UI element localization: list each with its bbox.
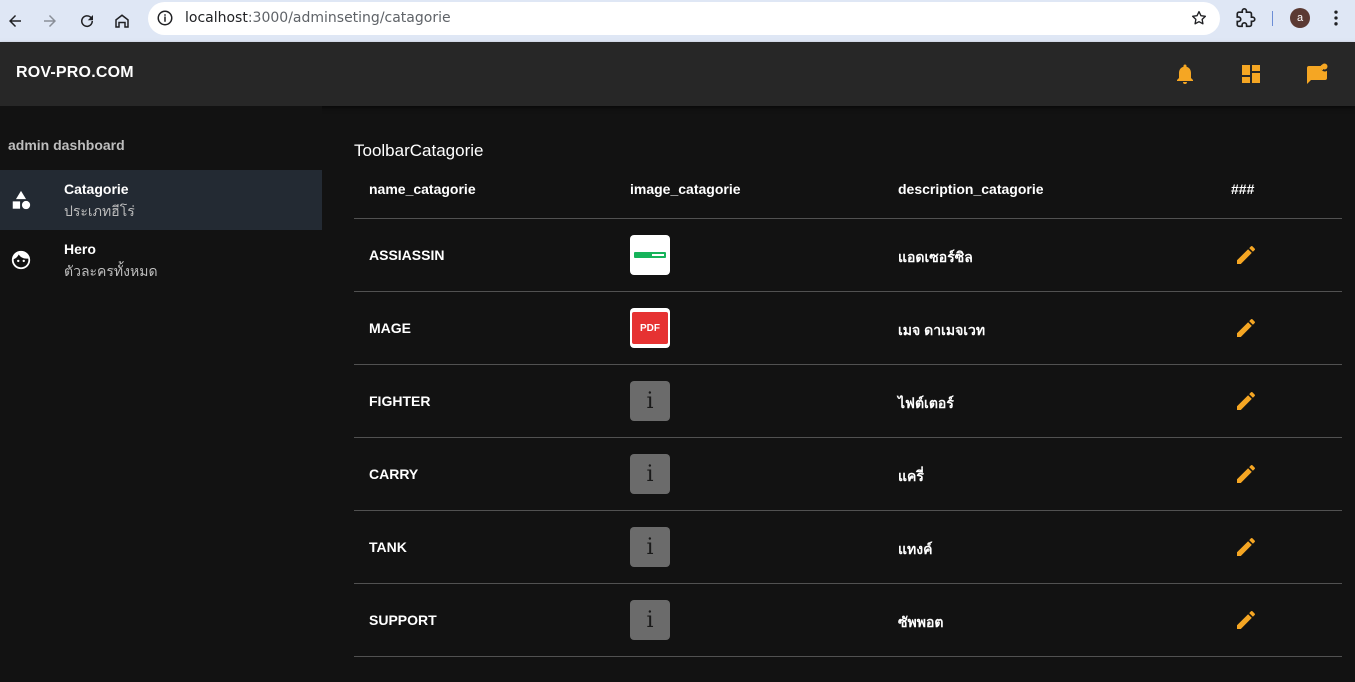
cell-name: ASSIASSIN <box>369 247 445 263</box>
more-vert-icon[interactable] <box>1326 8 1346 28</box>
column-header-name: name_catagorie <box>369 181 476 197</box>
cell-name: MAGE <box>369 320 411 336</box>
info-thumb: i <box>630 527 670 567</box>
app-header: ROV-PRO.COM <box>0 42 1355 106</box>
edit-icon[interactable] <box>1234 608 1258 632</box>
sidebar-item-label: Hero <box>64 241 96 257</box>
cell-description: ซัพพอต <box>898 614 944 630</box>
site-info-icon[interactable] <box>156 9 174 27</box>
dashboard-icon[interactable] <box>1239 62 1263 86</box>
sidebar: admin dashboard Catagorie ประเภทฮีโร่ He… <box>0 106 322 682</box>
category-shapes-icon <box>10 189 32 211</box>
sidebar-item-sublabel: ประเภทฮีโร่ <box>64 203 135 219</box>
column-header-image: image_catagorie <box>630 181 741 197</box>
edit-icon[interactable] <box>1234 462 1258 486</box>
table-row: CARRY i แครี่ <box>354 438 1342 511</box>
pdf-thumb-label: PDF <box>632 312 668 344</box>
url-host: localhost <box>185 10 248 26</box>
forward-icon[interactable] <box>36 7 64 35</box>
sidebar-item-label: Catagorie <box>64 181 129 197</box>
cell-description: ไฟต์เตอร์ <box>898 395 954 411</box>
column-header-actions: ### <box>1231 181 1255 197</box>
info-thumb: i <box>630 454 670 494</box>
bell-icon[interactable] <box>1173 62 1197 86</box>
table-row: SUPPORT i ซัพพอต <box>354 584 1342 657</box>
table-header-row: name_catagorie image_catagorie descripti… <box>354 168 1342 219</box>
table-row: FIGHTER i ไฟต์เตอร์ <box>354 365 1342 438</box>
column-header-description: description_catagorie <box>898 181 1044 197</box>
sidebar-title: admin dashboard <box>8 137 125 153</box>
back-icon[interactable] <box>1 7 29 35</box>
sidebar-item-sublabel: ตัวละครทั้งหมด <box>64 263 158 279</box>
extensions-icon[interactable] <box>1236 8 1256 28</box>
chat-icon[interactable] <box>1305 62 1329 86</box>
info-thumb: i <box>630 600 670 640</box>
cell-name: CARRY <box>369 466 419 482</box>
home-icon[interactable] <box>108 7 136 35</box>
face-icon <box>10 249 32 271</box>
cell-name: SUPPORT <box>369 612 437 628</box>
address-bar[interactable]: localhost:3000/adminseting/catagorie <box>148 2 1220 35</box>
table-row: ASSIASSIN แอดเซอร์ซิล <box>354 219 1342 292</box>
table-row: TANK i แทงค์ <box>354 511 1342 584</box>
profile-avatar[interactable]: a <box>1290 8 1310 28</box>
edit-icon[interactable] <box>1234 389 1258 413</box>
cell-name: TANK <box>369 539 407 555</box>
green-banner-thumb <box>630 235 670 275</box>
cell-description: แอดเซอร์ซิล <box>898 249 973 265</box>
toolbar-divider <box>1272 11 1273 26</box>
cell-description: แทงค์ <box>898 541 933 557</box>
catagorie-table: name_catagorie image_catagorie descripti… <box>354 168 1342 657</box>
edit-icon[interactable] <box>1234 243 1258 267</box>
table-row: MAGE PDF เมจ ดาเมจเวท <box>354 292 1342 365</box>
browser-toolbar: localhost:3000/adminseting/catagorie a <box>0 0 1355 42</box>
pdf-thumb: PDF <box>630 308 670 348</box>
info-thumb: i <box>630 381 670 421</box>
url-path: :3000/adminseting/catagorie <box>247 10 451 26</box>
edit-icon[interactable] <box>1234 316 1258 340</box>
sidebar-item-catagorie[interactable]: Catagorie ประเภทฮีโร่ <box>0 170 322 230</box>
reload-icon[interactable] <box>73 7 101 35</box>
sidebar-item-hero[interactable]: Hero ตัวละครทั้งหมด <box>0 230 322 290</box>
url-text: localhost:3000/adminseting/catagorie <box>185 10 451 26</box>
edit-icon[interactable] <box>1234 535 1258 559</box>
cell-description: แครี่ <box>898 468 924 484</box>
cell-description: เมจ ดาเมจเวท <box>898 322 986 338</box>
bookmark-star-icon[interactable] <box>1190 9 1208 27</box>
brand-title[interactable]: ROV-PRO.COM <box>16 64 134 82</box>
cell-name: FIGHTER <box>369 393 431 409</box>
page-title: ToolbarCatagorie <box>354 141 484 160</box>
